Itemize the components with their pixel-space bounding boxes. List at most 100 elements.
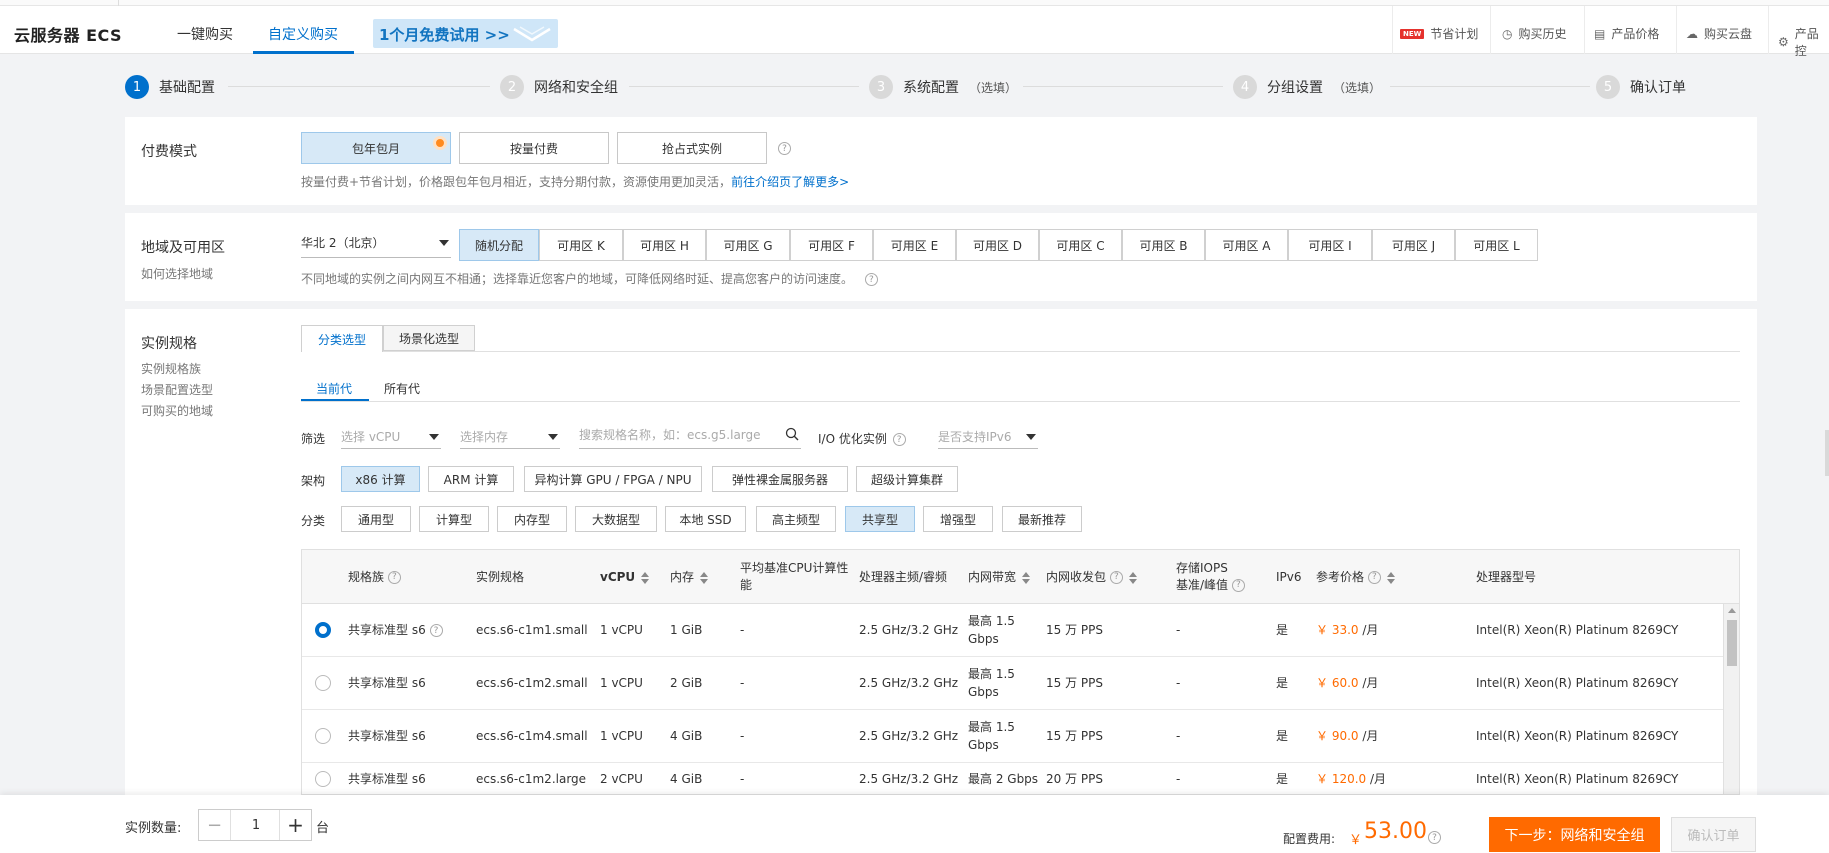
- step-connector: [1390, 86, 1590, 87]
- quantity-input[interactable]: 1: [231, 810, 281, 840]
- ipv6-select[interactable]: 是否支持IPv6: [938, 428, 1038, 449]
- cell-pps: 20 万 PPS: [1046, 772, 1103, 786]
- category-compute[interactable]: 计算型: [419, 506, 489, 532]
- fee-label: 配置费用:: [1283, 832, 1336, 846]
- billing-pay-as-you-go-button[interactable]: 按量付费: [459, 132, 609, 164]
- category-shared[interactable]: 共享型: [845, 506, 915, 532]
- zone-f[interactable]: 可用区 F: [790, 229, 873, 261]
- zone-c[interactable]: 可用区 C: [1039, 229, 1122, 261]
- help-icon[interactable]: ?: [892, 433, 906, 446]
- tab-custom-buy[interactable]: 自定义购买: [268, 24, 338, 44]
- category-big-data[interactable]: 大数据型: [575, 506, 657, 532]
- col-bandwidth[interactable]: 内网带宽: [968, 569, 1031, 586]
- spec-search-input[interactable]: 搜索规格名称，如：ecs.g5.large: [579, 426, 801, 449]
- table-row[interactable]: 共享标准型 s6 ? ecs.s6-c1m1.small 1 vCPU 1 Gi…: [302, 604, 1723, 657]
- table-scrollbar[interactable]: [1723, 604, 1739, 794]
- tab-quick-buy[interactable]: 一键购买: [177, 24, 233, 44]
- zone-k[interactable]: 可用区 K: [539, 229, 623, 261]
- billing-learn-more-link[interactable]: 前往介绍页了解更多>: [731, 175, 849, 189]
- nav-purchase-history[interactable]: ◷ 购买历史: [1502, 25, 1567, 42]
- help-icon[interactable]: ?: [387, 571, 401, 584]
- zone-h[interactable]: 可用区 H: [623, 229, 706, 261]
- nav-buy-disk[interactable]: ☁ 购买云盘: [1686, 25, 1752, 42]
- cell-ipv6: 是: [1276, 729, 1289, 743]
- zone-random[interactable]: 随机分配: [459, 229, 539, 261]
- category-enhanced[interactable]: 增强型: [923, 506, 993, 532]
- arch-arm-button[interactable]: ARM 计算: [428, 466, 514, 492]
- billing-spot-instance-button[interactable]: 抢占式实例: [617, 132, 767, 164]
- help-icon[interactable]: ?: [778, 142, 791, 155]
- step-network[interactable]: 2 网络和安全组: [500, 75, 618, 99]
- arch-bare-metal-button[interactable]: 弹性裸金属服务器: [712, 466, 848, 492]
- zone-e[interactable]: 可用区 E: [873, 229, 956, 261]
- free-trial-banner[interactable]: 1个月免费试用 >>: [373, 19, 558, 48]
- tab-category-select[interactable]: 分类选型: [301, 325, 383, 352]
- row-radio[interactable]: [315, 728, 331, 744]
- free-trial-text: 1个月免费试用 >>: [379, 26, 510, 44]
- col-cpu-baseline: 平均基准CPU计算性能: [740, 561, 849, 592]
- zone-a[interactable]: 可用区 A: [1205, 229, 1288, 261]
- col-pps[interactable]: 内网收发包 ?: [1046, 569, 1137, 586]
- step-confirm-order[interactable]: 5 确认订单: [1596, 75, 1686, 99]
- arch-supercomputing-button[interactable]: 超级计算集群: [856, 466, 958, 492]
- step-system-config[interactable]: 3 系统配置 （选填）: [869, 75, 1017, 99]
- scenario-select-link[interactable]: 场景配置选型: [141, 381, 213, 398]
- zone-j[interactable]: 可用区 J: [1372, 229, 1455, 261]
- help-icon[interactable]: ?: [864, 273, 878, 286]
- help-icon[interactable]: ?: [1231, 579, 1245, 592]
- nav-product-price[interactable]: ▤ 产品价格: [1594, 25, 1659, 42]
- help-icon[interactable]: ?: [1428, 831, 1441, 844]
- tab-current-generation[interactable]: 当前代: [316, 380, 352, 397]
- decrease-button[interactable]: −: [199, 810, 231, 840]
- col-memory[interactable]: 内存: [670, 569, 709, 586]
- billing-subscription-button[interactable]: 包年包月: [301, 132, 451, 164]
- scroll-up-icon[interactable]: [1728, 608, 1736, 613]
- arch-x86-button[interactable]: x86 计算: [341, 466, 420, 492]
- category-memory[interactable]: 内存型: [497, 506, 567, 532]
- category-recommended[interactable]: 最新推荐: [1002, 506, 1082, 532]
- step-group-settings[interactable]: 4 分组设置 （选填）: [1233, 75, 1381, 99]
- instance-family-link[interactable]: 实例规格族: [141, 360, 201, 377]
- increase-button[interactable]: +: [279, 810, 311, 840]
- category-high-frequency[interactable]: 高主频型: [756, 506, 836, 532]
- purchasable-regions-link[interactable]: 可购买的地域: [141, 402, 213, 419]
- side-handle[interactable]: [1825, 430, 1829, 476]
- row-radio[interactable]: [315, 622, 331, 638]
- table-row[interactable]: 共享标准型 s6 ecs.s6-c1m2.small 1 vCPU 2 GiB …: [302, 657, 1723, 710]
- help-icon[interactable]: ?: [1109, 571, 1123, 584]
- cell-vcpu: 1 vCPU: [600, 729, 643, 743]
- nav-product-console[interactable]: ⚙ 产品控: [1778, 25, 1829, 59]
- table-row[interactable]: 共享标准型 s6 ecs.s6-c1m2.large 2 vCPU 4 GiB …: [302, 763, 1723, 794]
- nav-savings-plan[interactable]: NEW 节省计划: [1400, 25, 1478, 42]
- next-step-button[interactable]: 下一步：网络和安全组: [1489, 817, 1660, 852]
- step-basic-config[interactable]: 1 基础配置: [125, 75, 215, 99]
- category-general[interactable]: 通用型: [341, 506, 411, 532]
- zone-i[interactable]: 可用区 I: [1288, 229, 1372, 261]
- help-icon[interactable]: ?: [1367, 571, 1381, 584]
- scrollbar-thumb[interactable]: [1727, 620, 1737, 666]
- region-select[interactable]: 华北 2（北京）: [301, 234, 451, 258]
- col-vcpu[interactable]: vCPU: [600, 569, 650, 586]
- help-icon[interactable]: ?: [429, 624, 443, 637]
- arch-heterogeneous-button[interactable]: 异构计算 GPU / FPGA / NPU: [524, 466, 702, 492]
- category-local-ssd[interactable]: 本地 SSD: [665, 506, 746, 532]
- zone-g[interactable]: 可用区 G: [706, 229, 790, 261]
- region-hint: 不同地域的实例之间内网互不相通；选择靠近您客户的地域，可降低网络时延、提高您客户…: [301, 270, 878, 287]
- zone-b[interactable]: 可用区 B: [1122, 229, 1205, 261]
- confirm-order-button[interactable]: 确认订单: [1671, 817, 1756, 852]
- cell-cpu-model: Intel(R) Xeon(R) Platinum 8269CY: [1476, 772, 1679, 786]
- zone-l[interactable]: 可用区 L: [1455, 229, 1538, 261]
- memory-select[interactable]: 选择内存: [460, 428, 560, 449]
- row-radio[interactable]: [315, 771, 331, 787]
- tab-scenario-select[interactable]: 场景化选型: [383, 325, 475, 351]
- row-radio[interactable]: [315, 675, 331, 691]
- table-row[interactable]: 共享标准型 s6 ecs.s6-c1m4.small 1 vCPU 4 GiB …: [302, 710, 1723, 763]
- col-price[interactable]: 参考价格 ?: [1316, 569, 1395, 586]
- zone-d[interactable]: 可用区 D: [956, 229, 1039, 261]
- region-help-link[interactable]: 如何选择地域: [141, 265, 213, 282]
- quantity-label: 实例数量:: [125, 821, 182, 836]
- quantity-unit: 台: [316, 821, 330, 836]
- tab-all-generations[interactable]: 所有代: [384, 380, 420, 397]
- arch-label: 架构: [301, 474, 326, 488]
- vcpu-select[interactable]: 选择 vCPU: [341, 428, 441, 449]
